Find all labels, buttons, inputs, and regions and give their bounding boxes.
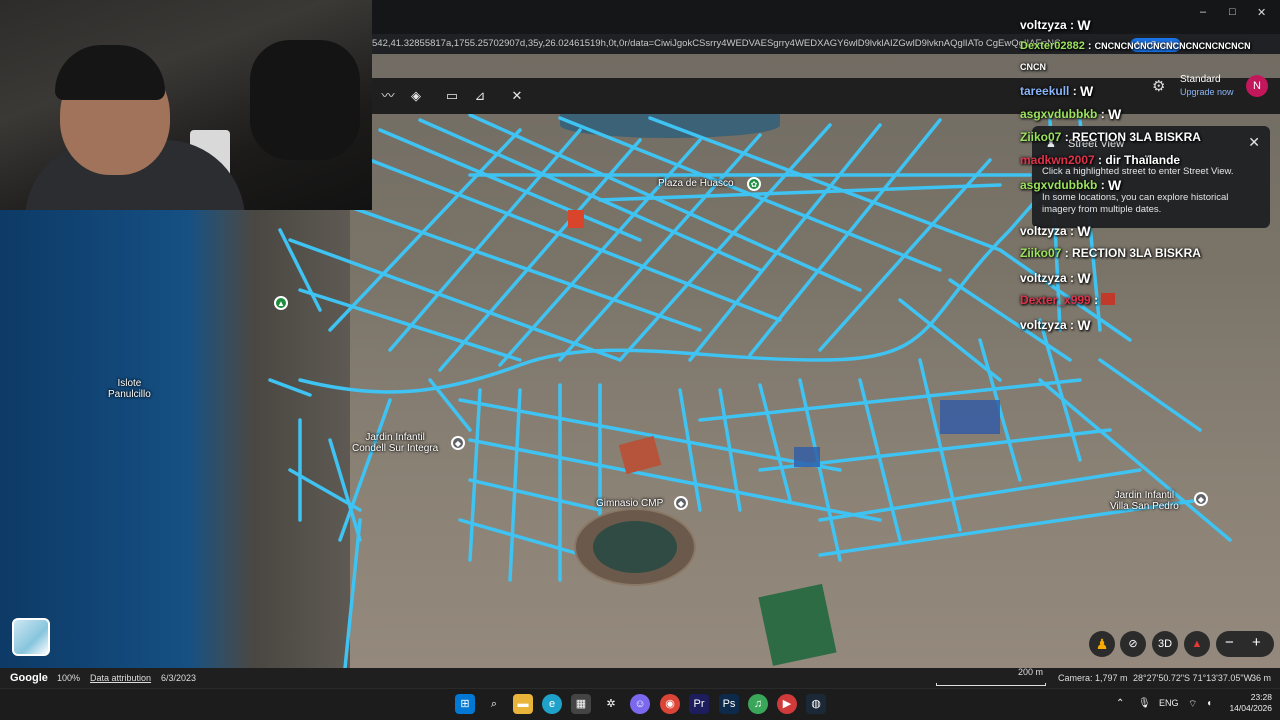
start-icon[interactable]: ⊞ (455, 694, 475, 714)
chat-app-icon[interactable]: ☺ (630, 694, 650, 714)
park-icon[interactable]: ✿ (747, 177, 761, 191)
volume-icon[interactable]: ◖ (1206, 698, 1212, 709)
plaza-label: Plaza de Huasco (658, 178, 734, 189)
elevation: 36 m (1251, 673, 1272, 683)
recorder-icon[interactable]: ▶ (777, 694, 797, 714)
map-style-thumbnail-button[interactable] (12, 618, 50, 656)
school-icon[interactable]: ◆ (451, 436, 465, 450)
chat-line: madkwn2007 : dir Thaïlande (1020, 153, 1181, 167)
zoom-controls: − + (1216, 631, 1274, 657)
google-logo: Google (10, 672, 48, 684)
islote-label: Islote Panulcillo (108, 378, 151, 400)
layers-icon[interactable]: ◈ (406, 86, 426, 106)
school-icon[interactable]: ◆ (1194, 492, 1208, 506)
streetview-tool-icon[interactable]: ✕ (507, 86, 527, 106)
jardin-condell-label: Jardin Infantil Condell Sur Integra (352, 432, 439, 454)
scale-bar (936, 683, 1046, 686)
park-pin-icon[interactable]: ▲ (274, 296, 288, 310)
search-icon[interactable]: ⌕ (484, 694, 504, 714)
chat-line: CNCN (1020, 62, 1046, 72)
jardin-san-pedro-label: Jardin Infantil Villa San Pedro (1110, 490, 1179, 512)
imagery-date: 6/3/2023 (161, 673, 197, 683)
webcam-overlay (0, 0, 372, 210)
store-icon[interactable]: ▦ (571, 694, 591, 714)
chat-line: voltzyza : W (1020, 317, 1091, 333)
zoom-level: 100% (57, 673, 81, 683)
chat-line: Dexter02882 : CNCNCNCNCNCNCNCNCNCNCNCN (1020, 40, 1251, 52)
coordinates: 28°27'50.72"S 71°13'37.05"W (1133, 673, 1253, 683)
chat-line: voltzyza : W (1020, 223, 1091, 239)
clock-date: 14/04/2026 (1229, 703, 1272, 713)
clock-time: 23:28 (1250, 692, 1272, 702)
photoshop-icon[interactable]: Ps (719, 694, 739, 714)
microphone-icon[interactable]: 🎙 (1138, 698, 1151, 709)
zoom-in-button[interactable]: + (1252, 634, 1261, 651)
gimnasio-label: Gimnasio CMP (596, 498, 664, 509)
stream-chat: voltzyza : W Dexter02882 : CNCNCNCNCNCNC… (1020, 0, 1280, 340)
ruler-icon[interactable]: ▭ (442, 86, 462, 106)
system-clock[interactable]: 23:28 14/04/2026 (1226, 692, 1272, 714)
file-explorer-icon[interactable]: ▬ (513, 694, 533, 714)
streamer-cap (55, 45, 165, 100)
chat-line: asgxvdubbkb : W (1020, 177, 1122, 193)
scale-label: 200 m (1018, 667, 1044, 677)
premiere-icon[interactable]: Pr (689, 694, 709, 714)
network-icon[interactable]: ⌔ (1188, 698, 1197, 711)
chat-line: tareekull : W (1020, 83, 1094, 99)
data-attribution-link[interactable]: Data attribution (90, 668, 151, 688)
background-object (250, 40, 360, 160)
gym-icon[interactable]: ◆ (674, 496, 688, 510)
chat-line: Dexter_x999 : (1020, 293, 1116, 307)
chart-icon[interactable]: ⊿ (470, 86, 490, 106)
pegman-button-icon[interactable]: ♟ (1089, 631, 1115, 657)
chrome-icon[interactable]: ◉ (660, 694, 680, 714)
edge-icon[interactable]: e (542, 694, 562, 714)
chevron-up-icon[interactable]: ⌃ (1116, 698, 1124, 709)
settings-icon[interactable]: ✲ (601, 694, 621, 714)
camera-altitude: Camera: 1,797 m (1058, 673, 1128, 683)
path-icon[interactable]: 〰 (378, 86, 398, 106)
chat-line: Ziiko07 : RECTION 3LA BISKRA (1020, 246, 1201, 260)
compass-reset-icon[interactable]: ⊘ (1120, 631, 1146, 657)
screen: Plaza de Huasco ✿ ▲ Islote Panulcillo Ja… (0, 0, 1280, 720)
status-bar: Google 100% Data attribution 6/3/2023 20… (0, 667, 1280, 688)
chat-line: voltzyza : W (1020, 17, 1091, 33)
chat-line: asgxvdubbkb : W (1020, 106, 1122, 122)
compass-icon[interactable]: ▲ (1184, 631, 1210, 657)
zoom-out-button[interactable]: − (1225, 634, 1234, 651)
chat-line: Ziiko07 : RECTION 3LA BISKRA (1020, 130, 1201, 144)
toggle-3d-button[interactable]: 3D (1152, 631, 1178, 657)
chat-line: voltzyza : W (1020, 270, 1091, 286)
emote-icon (1101, 293, 1116, 305)
language-indicator[interactable]: ENG (1159, 698, 1179, 708)
steam-icon[interactable]: ◍ (806, 694, 826, 714)
app-icon[interactable]: ♫ (748, 694, 768, 714)
